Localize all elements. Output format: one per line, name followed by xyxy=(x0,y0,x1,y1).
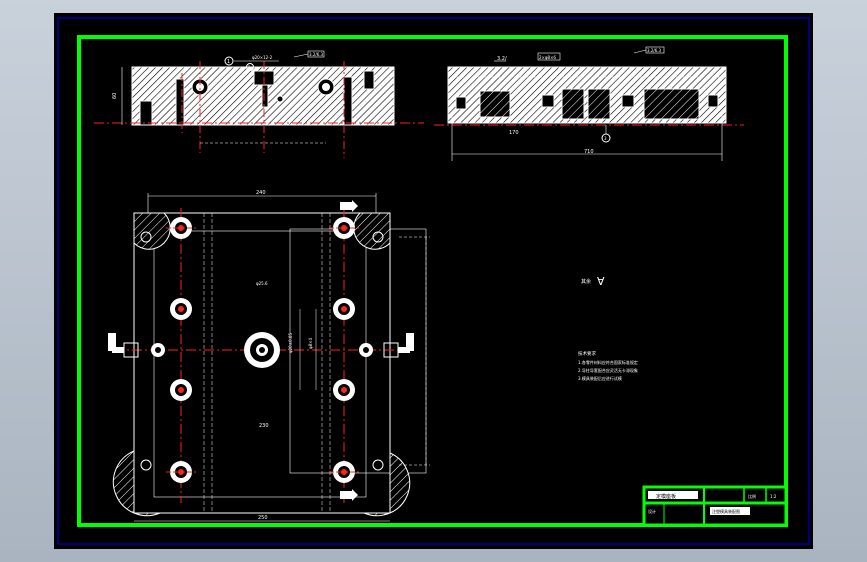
roughness-callout: 其余 ∀ xyxy=(581,275,605,288)
plan-view: 240 φ25.6 φ20±0.05 φ8×4 230 250 xyxy=(108,190,430,522)
notes-line-1: 1.各零件材料应符合国家标准规定 xyxy=(578,359,638,365)
side-dim-bottom: 710 xyxy=(584,149,594,155)
title-block-r1c4: 1:2 xyxy=(770,494,777,499)
technical-notes: 技术要求 1.各零件材料应符合国家标准规定 2.导柱导套配合应灵活无卡滞现象 3… xyxy=(578,350,638,381)
title-block: 定模座板 比例 1:2 设计 注塑模具装配图 xyxy=(642,485,788,527)
drawing-canvas: 60 1 φ20×12-2 3.2/6.3 2 710 170 3.2/ 2×φ… xyxy=(57,17,810,545)
side-dim-bottom-left: 170 xyxy=(509,130,519,136)
notes-line-2: 2.导柱导套配合应灵活无卡滞现象 xyxy=(578,367,638,373)
plan-dim-center: φ25.6 xyxy=(256,281,268,286)
roughness-label: 其余 xyxy=(581,278,591,285)
side-dim-top-mid: 2×φ8×6 xyxy=(539,55,556,60)
title-block-r1c3: 比例 xyxy=(748,493,756,499)
plan-dim-inner: 230 xyxy=(259,423,269,429)
roughness-symbol: ∀ xyxy=(597,275,605,288)
side-section-view: 710 170 3.2/ 2×φ8×6 3.2/6.3 3 xyxy=(434,46,744,161)
notes-title: 技术要求 xyxy=(578,350,596,357)
plan-dim-vertical-a: φ20±0.05 xyxy=(288,333,293,353)
title-block-r2c1: 设计 xyxy=(648,508,656,514)
top-dim-height: 60 xyxy=(112,93,118,99)
top-callout-1: 1 xyxy=(227,59,230,65)
drawing-sheet[interactable]: 60 1 φ20×12-2 3.2/6.3 2 710 170 3.2/ 2×φ… xyxy=(54,13,813,549)
title-block-r2c3: 注塑模具装配图 xyxy=(712,508,740,514)
side-tag: 3.2/6.3 xyxy=(647,48,662,53)
notes-line-3: 3.模具装配后应进行试模 xyxy=(578,375,622,381)
top-note: φ20×12-2 xyxy=(252,55,273,60)
plan-dim-vertical-b: φ8×4 xyxy=(308,337,313,349)
plan-dim-bottom: 250 xyxy=(258,515,268,521)
title-block-r1c1: 定模座板 xyxy=(656,493,676,500)
top-tag: 3.2/6.3 xyxy=(309,52,324,57)
cad-viewport[interactable]: 60 1 φ20×12-2 3.2/6.3 2 710 170 3.2/ 2×φ… xyxy=(0,0,867,562)
plan-dim-top: 240 xyxy=(256,190,266,196)
top-section-view: 60 1 φ20×12-2 3.2/6.3 2 xyxy=(94,50,424,158)
side-callout: 3 xyxy=(604,136,607,141)
